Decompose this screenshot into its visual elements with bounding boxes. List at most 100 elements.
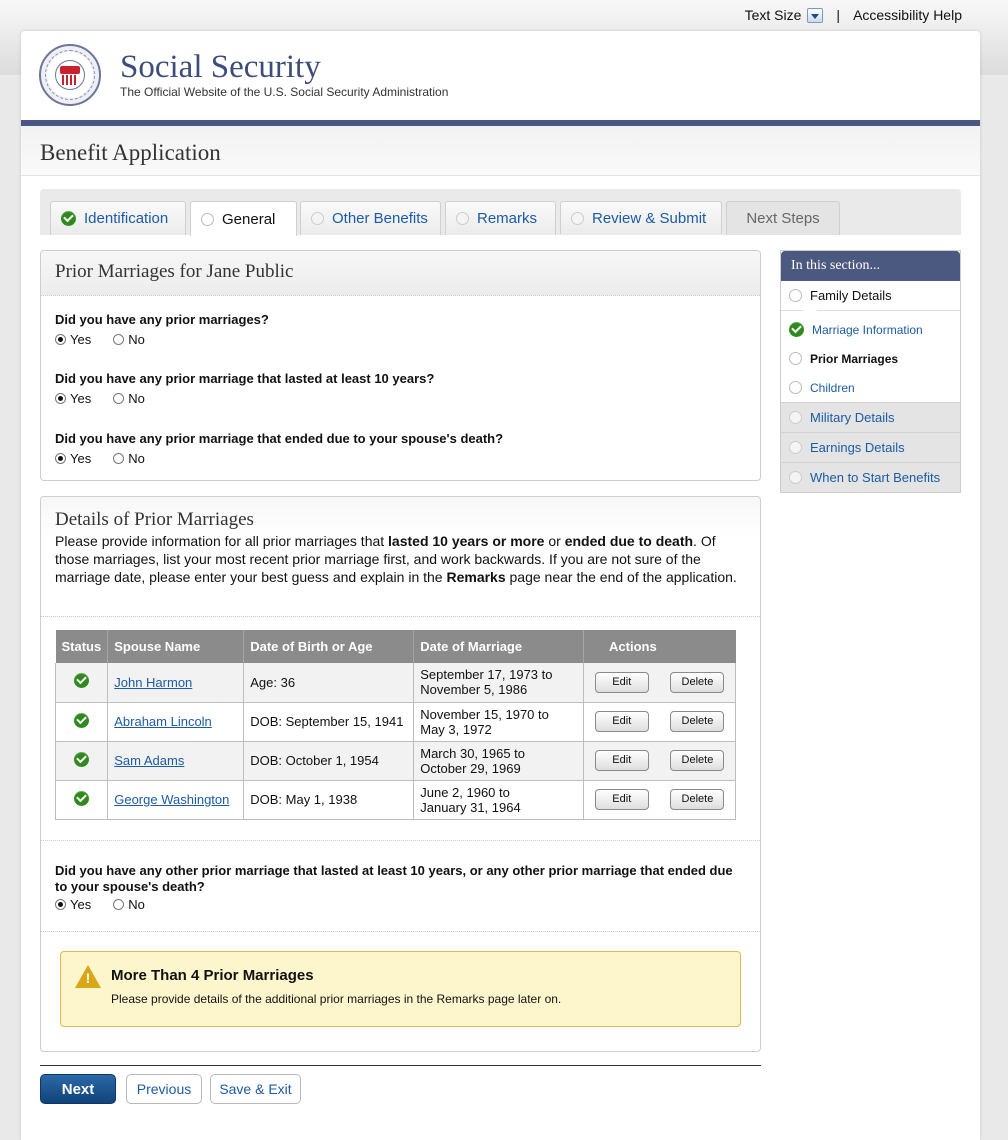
delete-button[interactable]: Delete: [670, 671, 725, 693]
column-header: Date of Marriage: [413, 630, 585, 663]
radio-yes[interactable]: Yes: [55, 451, 91, 466]
spouse-name-link[interactable]: George Washington: [114, 792, 229, 807]
radio-no[interactable]: No: [113, 332, 145, 347]
chevron-down-icon[interactable]: [807, 7, 824, 23]
instruction-bold: Remarks: [446, 569, 506, 585]
tab-label: Remarks: [477, 210, 538, 227]
sidebar-item-marriage-information[interactable]: Marriage Information: [781, 315, 960, 344]
marriage-end: October 29, 1969: [420, 760, 521, 776]
next-button[interactable]: Next: [40, 1074, 116, 1104]
check-icon: [74, 790, 90, 806]
seal-usa-band: [60, 66, 80, 74]
instruction-text: or: [544, 533, 565, 549]
radio-label: Yes: [70, 391, 92, 406]
page-container: Social Security The Official Website of …: [21, 31, 980, 1140]
spouse-name-link[interactable]: Abraham Lincoln: [114, 714, 212, 729]
edit-button[interactable]: Edit: [594, 789, 649, 810]
prior-marriages-panel: Prior Marriages for Jane Public Did you …: [40, 250, 761, 481]
panel-title: Prior Marriages for Jane Public: [41, 251, 760, 296]
actions-cell: Edit Delete: [583, 780, 736, 820]
radio-button[interactable]: [113, 334, 125, 345]
tab-other-benefits[interactable]: Other Benefits: [300, 201, 441, 235]
radio-label: Yes: [70, 332, 92, 347]
edit-button[interactable]: Edit: [594, 671, 649, 693]
check-icon: [789, 322, 804, 337]
status-cell: [54, 702, 109, 742]
dob-cell: DOB: October 1, 1954: [243, 741, 415, 781]
actions-cell: Edit Delete: [583, 741, 736, 781]
sidebar-item-children[interactable]: Children: [781, 373, 960, 402]
tab-review-submit[interactable]: Review & Submit: [560, 201, 722, 234]
radio-yes[interactable]: Yes: [55, 897, 91, 912]
status-cell: [54, 741, 109, 781]
circle-icon: [789, 352, 802, 365]
instruction-text: Please provide information for all prior…: [55, 533, 389, 549]
radio-button[interactable]: [55, 393, 66, 404]
radio-label: Yes: [70, 451, 92, 466]
radio-button[interactable]: [55, 334, 66, 345]
edit-button[interactable]: Edit: [594, 750, 649, 771]
site-header: Social Security The Official Website of …: [21, 31, 980, 119]
radio-button[interactable]: [55, 453, 66, 464]
circle-icon: [571, 211, 584, 225]
footer-divider: [40, 1065, 761, 1066]
accessibility-help-link[interactable]: Accessibility Help: [853, 7, 962, 23]
marriage-end: May 3, 1972: [420, 721, 492, 737]
tab-label: Next Steps: [746, 210, 820, 227]
save-exit-button[interactable]: Save & Exit: [210, 1074, 301, 1104]
circle-icon: [789, 381, 802, 394]
actions-cell: Edit Delete: [583, 663, 736, 703]
delete-button[interactable]: Delete: [670, 711, 725, 732]
radio-no[interactable]: No: [113, 451, 145, 466]
delete-button[interactable]: Delete: [670, 789, 725, 810]
tab-label: Review & Submit: [592, 209, 707, 227]
seal-stripes: [62, 75, 78, 85]
tab-remarks[interactable]: Remarks: [445, 201, 556, 235]
spouse-name-cell: Sam Adams: [107, 741, 245, 781]
radio-no[interactable]: No: [113, 897, 145, 912]
radio-button[interactable]: [113, 899, 125, 910]
radio-button[interactable]: [55, 899, 66, 910]
table-row: George Washington DOB: May 1, 1938 June …: [54, 780, 736, 820]
sidebar-item-earnings-details[interactable]: Earnings Details: [781, 432, 960, 462]
details-header: Details of Prior Marriages Please provid…: [41, 497, 760, 617]
circle-icon: [789, 441, 802, 454]
radio-yes[interactable]: Yes: [55, 332, 91, 347]
table-row: Sam Adams DOB: October 1, 1954 March 30,…: [54, 741, 736, 781]
sidebar-item-when-to-start[interactable]: When to Start Benefits: [781, 462, 960, 492]
radio-no[interactable]: No: [113, 391, 145, 406]
edit-button[interactable]: Edit: [594, 711, 649, 732]
sidebar-item-prior-marriages[interactable]: Prior Marriages: [781, 344, 960, 373]
instruction-text: page near the end of the application.: [505, 569, 737, 585]
marriage-date-cell: June 2, 1960 to January 31, 1964: [413, 780, 585, 820]
spouse-name-cell: Abraham Lincoln: [107, 702, 245, 742]
radio-button[interactable]: [113, 453, 125, 464]
tab-label: General: [222, 210, 276, 228]
ssa-seal-logo[interactable]: [39, 44, 101, 106]
brand-title[interactable]: Social Security: [120, 49, 321, 86]
tab-general[interactable]: General: [190, 201, 297, 236]
radio-button[interactable]: [113, 393, 125, 404]
spouse-name-link[interactable]: Sam Adams: [114, 753, 184, 768]
tab-identification[interactable]: Identification: [50, 201, 186, 235]
sidebar-subitems: Marriage Information Prior Marriages Chi…: [781, 311, 960, 402]
sidebar-item-label: When to Start Benefits: [810, 470, 941, 485]
previous-button[interactable]: Previous: [126, 1074, 202, 1104]
table-row: John Harmon Age: 36 September 17, 1973 t…: [54, 663, 736, 703]
marriage-date-cell: September 17, 1973 to November 5, 1986: [413, 663, 585, 703]
page-title: Benefit Application: [40, 140, 221, 165]
table-header-row: Status Spouse Name Date of Birth or Age …: [55, 630, 736, 663]
radio-group-spouse-death: Yes No: [55, 451, 167, 466]
radio-yes[interactable]: Yes: [55, 391, 91, 406]
delete-button[interactable]: Delete: [670, 750, 725, 771]
marriage-date-cell: March 30, 1965 to October 29, 1969: [413, 741, 585, 781]
tab-next-steps: Next Steps: [726, 201, 840, 235]
column-header: Spouse Name: [107, 630, 245, 663]
radio-label: Yes: [70, 897, 92, 912]
sidebar-item-family-details[interactable]: Family Details: [781, 281, 960, 317]
marriage-end: January 31, 1964: [420, 799, 521, 815]
text-size-control[interactable]: Text Size: [745, 7, 824, 23]
question-spouse-death: Did you have any prior marriage that end…: [55, 431, 504, 446]
sidebar-item-military-details[interactable]: Military Details: [781, 402, 960, 432]
spouse-name-link[interactable]: John Harmon: [114, 675, 192, 690]
